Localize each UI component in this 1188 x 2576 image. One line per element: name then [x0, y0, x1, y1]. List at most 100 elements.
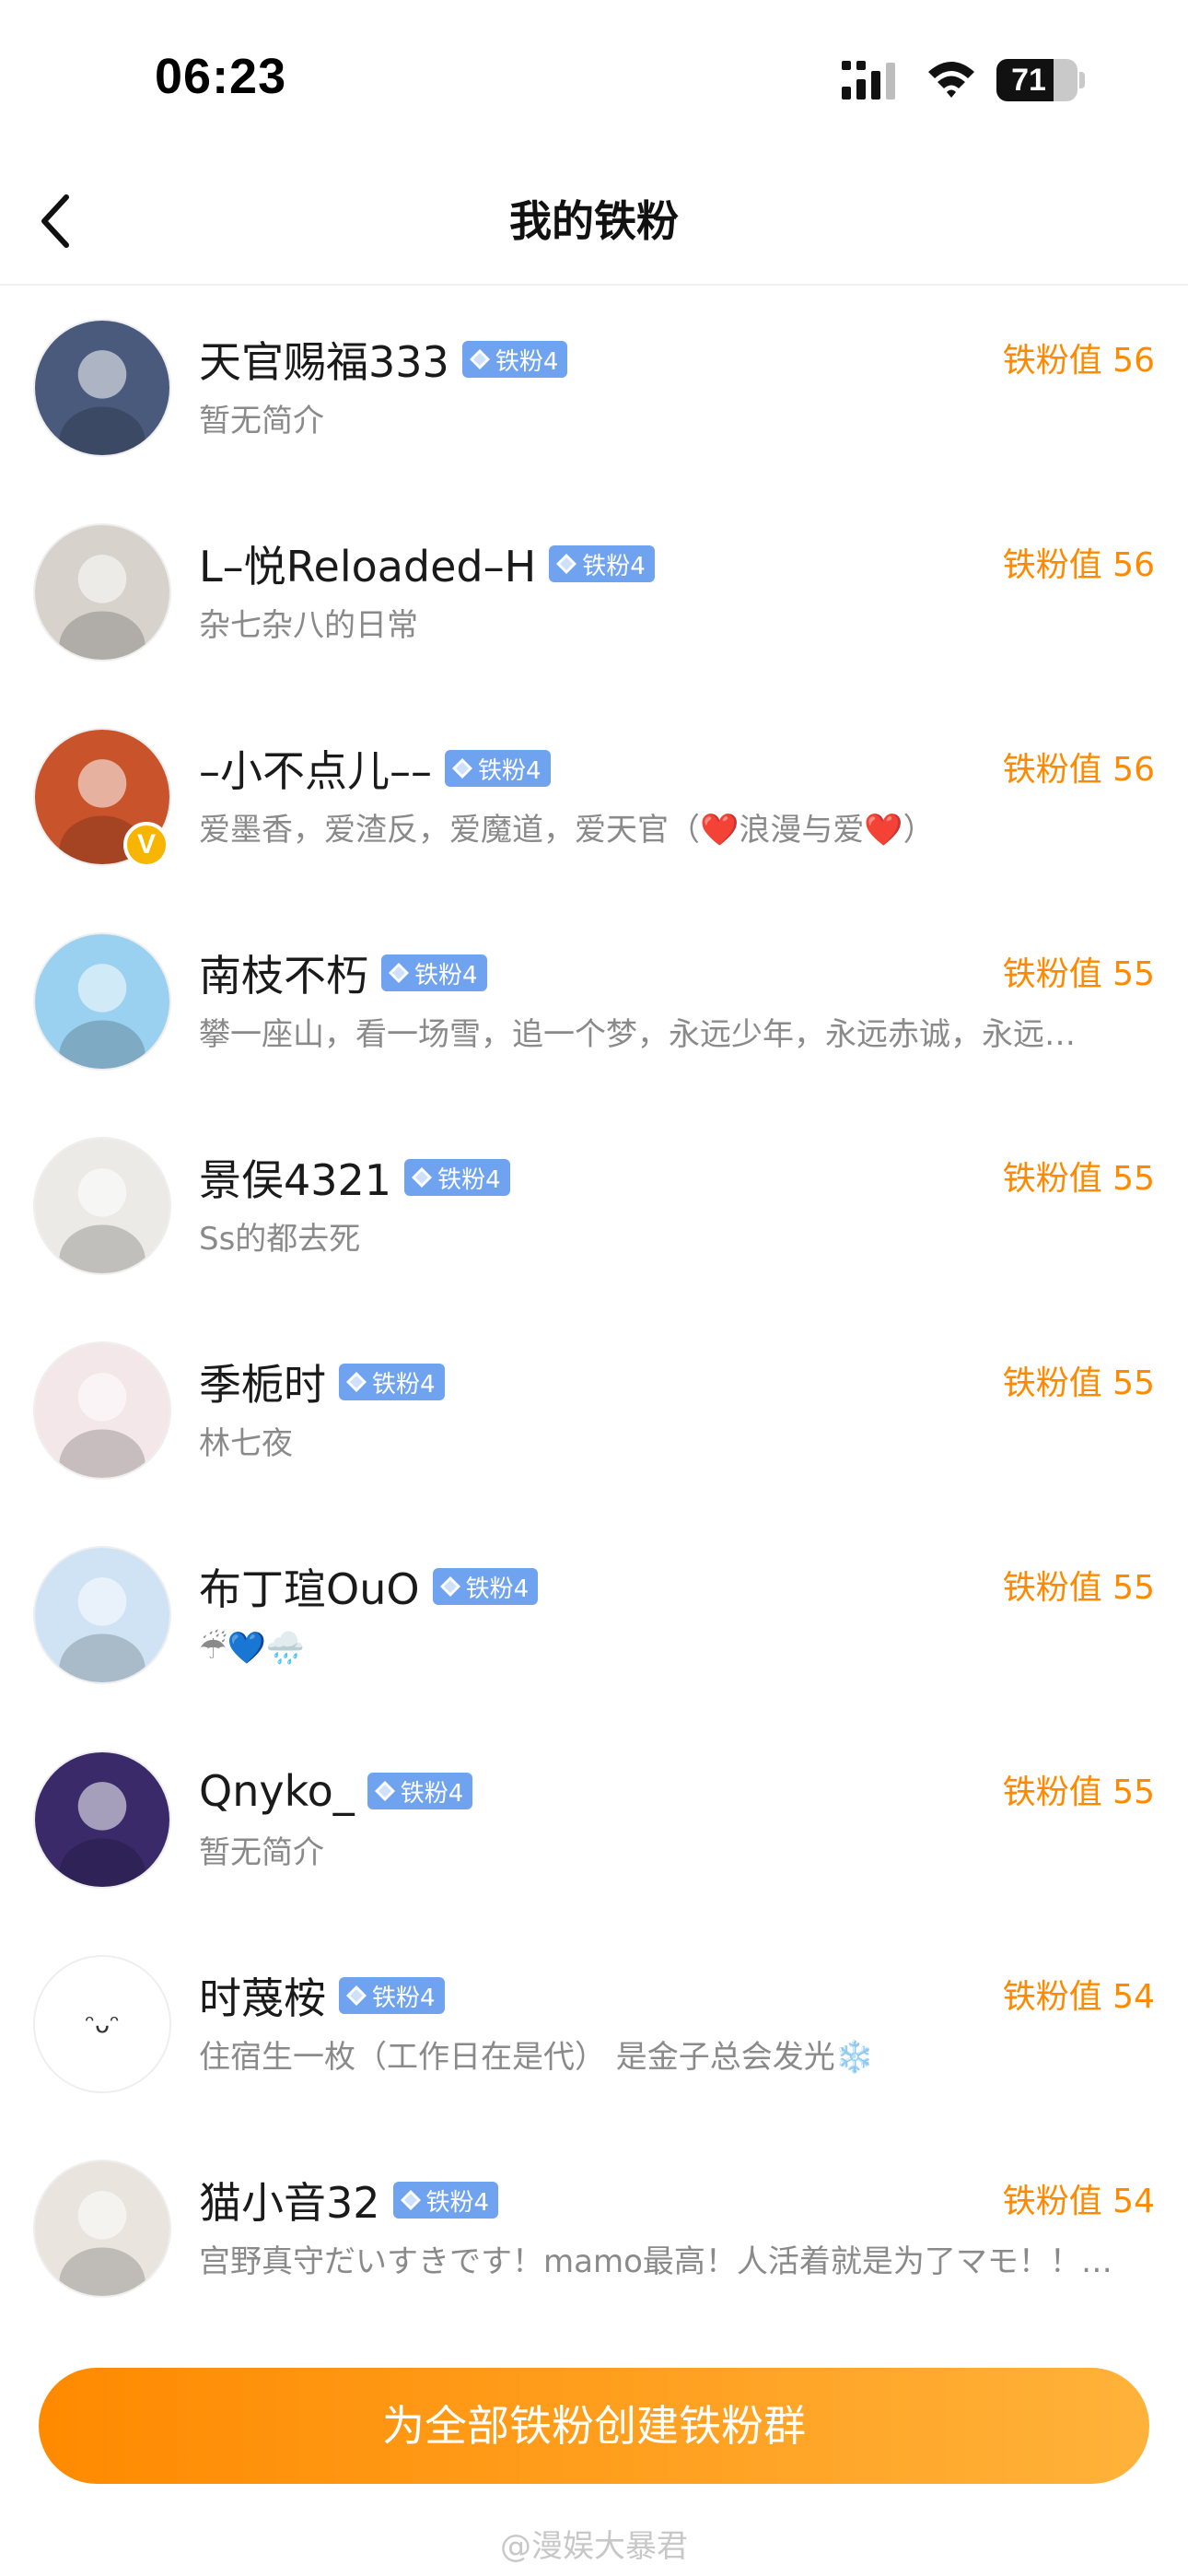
create-fan-group-button[interactable]: 为全部铁粉创建铁粉群: [39, 2368, 1149, 2484]
fan-level-badge: 铁粉4: [367, 1773, 473, 1809]
fan-name[interactable]: 猫小音32: [199, 2170, 380, 2231]
name-line: 天官赐福333 铁粉4: [199, 329, 568, 390]
fan-level-badge: 铁粉4: [392, 2182, 499, 2219]
fan-level-badge: 铁粉4: [432, 1568, 539, 1605]
fan-name[interactable]: 南枝不朽: [199, 943, 368, 1003]
verified-badge-icon: V: [123, 822, 169, 868]
diamond-icon: [469, 349, 490, 369]
fan-bio: 爱墨香，爱渣反，爱魔道，爱天官（❤️浪漫与爱❤️）: [199, 812, 935, 849]
diamond-icon: [412, 1167, 433, 1188]
fan-level-label: 铁粉4: [437, 1165, 501, 1194]
fan-level-label: 铁粉4: [400, 1779, 464, 1808]
name-line: 景俣4321 铁粉4: [199, 1150, 510, 1205]
page-title: 我的铁粉: [509, 196, 679, 246]
name-line: 猫小音32 铁粉4: [199, 2170, 499, 2231]
fan-level-badge: 铁粉4: [339, 1977, 445, 2014]
fan-value: 铁粉值 54: [1002, 1978, 1155, 2016]
fan-level-badge: 铁粉4: [461, 341, 568, 378]
fan-name[interactable]: L–悦Reloaded–H: [199, 533, 536, 594]
fan-name[interactable]: Qnyko_: [199, 1766, 355, 1816]
name-line: Qnyko_ 铁粉4: [199, 1763, 473, 1819]
back-button[interactable]: [18, 184, 92, 258]
diamond-icon: [556, 554, 577, 574]
fan-row[interactable]: ᵔᴗᵔ 时蔑桉 铁粉4 铁粉值 54 住宿生一枚（工作日在是代） 是金子总会发光…: [0, 1924, 1188, 2128]
fan-level-label: 铁粉4: [495, 347, 559, 376]
fan-name[interactable]: 时蔑桉: [199, 1965, 326, 2026]
avatar-image: [35, 525, 169, 660]
fan-row[interactable]: V –小不点儿–– 铁粉4 铁粉值 56 爱墨香，爱渣反，爱魔道，爱天官（❤️浪…: [0, 697, 1188, 901]
fan-value: 铁粉值 56: [1002, 751, 1155, 789]
diamond-icon: [439, 1576, 460, 1597]
avatar[interactable]: [33, 523, 171, 662]
diamond-icon: [400, 2190, 421, 2210]
fan-level-label: 铁粉4: [465, 1575, 530, 1603]
fan-row[interactable]: 季栀时 铁粉4 铁粉值 55 林七夜: [0, 1310, 1188, 1515]
avatar[interactable]: [33, 1137, 171, 1275]
fan-level-label: 铁粉4: [414, 961, 478, 989]
avatar-image: [35, 1752, 169, 1887]
fan-bio: 暂无简介: [199, 403, 324, 439]
avatar-image: [35, 1548, 169, 1682]
avatar[interactable]: [33, 2160, 171, 2298]
avatar[interactable]: [33, 1751, 171, 1889]
navigation-bar: 我的铁粉: [0, 157, 1188, 286]
chevron-left-icon: [41, 194, 69, 248]
fan-row[interactable]: L–悦Reloaded–H 铁粉4 铁粉值 56 杂七杂八的日常: [0, 492, 1188, 697]
fan-level-badge: 铁粉4: [381, 954, 487, 991]
avatar-image: ᵔᴗᵔ: [35, 1957, 169, 2091]
fan-value: 铁粉值 55: [1002, 1364, 1155, 1402]
avatar[interactable]: ᵔᴗᵔ: [33, 1955, 171, 2093]
fan-value: 铁粉值 56: [1002, 342, 1155, 380]
name-line: –小不点儿–– 铁粉4: [199, 741, 551, 796]
fan-row[interactable]: 南枝不朽 铁粉4 铁粉值 55 攀一座山，看一场雪，追一个梦，永远少年，永远赤诚…: [0, 901, 1188, 1106]
avatar-image: [35, 2161, 169, 2296]
fan-row[interactable]: Qnyko_ 铁粉4 铁粉值 55 暂无简介: [0, 1719, 1188, 1924]
status-bar: 06:23 71: [0, 0, 1188, 157]
fan-level-label: 铁粉4: [372, 1984, 436, 2012]
fan-bio: 暂无简介: [199, 1834, 324, 1871]
fan-value: 铁粉值 55: [1002, 1774, 1155, 1811]
fan-bio: Ss的都去死: [199, 1221, 361, 1258]
fan-row[interactable]: 景俣4321 铁粉4 铁粉值 55 Ss的都去死: [0, 1106, 1188, 1310]
avatar[interactable]: [33, 1341, 171, 1480]
fan-name[interactable]: 布丁瑄OuO: [199, 1556, 420, 1617]
status-time: 06:23: [155, 49, 287, 104]
name-line: 时蔑桉 铁粉4: [199, 1968, 445, 2023]
fan-name[interactable]: –小不点儿––: [199, 738, 432, 799]
fan-bio: 林七夜: [199, 1425, 293, 1462]
fan-bio: ☔💙🌧️: [199, 1630, 306, 1667]
fan-name[interactable]: 季栀时: [199, 1352, 326, 1412]
cellular-signal-icon: [842, 61, 895, 100]
avatar[interactable]: [33, 319, 171, 457]
fan-level-label: 铁粉4: [425, 2188, 490, 2217]
name-line: 布丁瑄OuO 铁粉4: [199, 1556, 539, 1617]
battery-indicator: 71: [996, 59, 1085, 101]
fan-level-label: 铁粉4: [372, 1370, 436, 1399]
bottom-area: 为全部铁粉创建铁粉群 @漫娱大暴君: [0, 2340, 1188, 2576]
diamond-icon: [346, 1372, 367, 1392]
fan-level-badge: 铁粉4: [549, 545, 655, 582]
avatar-image: [35, 934, 169, 1069]
fan-bio: 住宿生一枚（工作日在是代） 是金子总会发光❄️: [199, 2039, 875, 2076]
fan-bio: 攀一座山，看一场雪，追一个梦，永远少年，永远赤诚，永远…: [199, 1016, 1076, 1053]
diamond-icon: [452, 758, 472, 779]
avatar-image: [35, 321, 169, 455]
fan-name[interactable]: 天官赐福333: [199, 329, 449, 390]
fan-list: 天官赐福333 铁粉4 铁粉值 56 暂无简介 L–悦Reloaded–H 铁粉…: [0, 287, 1188, 2333]
wifi-icon: [928, 62, 974, 98]
avatar[interactable]: [33, 932, 171, 1071]
avatar-image: [35, 1139, 169, 1273]
svg-text:ᵔᴗᵔ: ᵔᴗᵔ: [85, 2011, 120, 2039]
fan-row[interactable]: 猫小音32 铁粉4 铁粉值 54 宫野真守だいすきです！mamo最高！人活着就是…: [0, 2128, 1188, 2333]
fan-level-badge: 铁粉4: [404, 1159, 510, 1196]
diamond-icon: [346, 1985, 367, 2006]
avatar[interactable]: [33, 1546, 171, 1684]
fan-name[interactable]: 景俣4321: [199, 1147, 391, 1208]
fan-level-label: 铁粉4: [582, 552, 646, 580]
fan-level-badge: 铁粉4: [445, 750, 551, 787]
fan-level-badge: 铁粉4: [339, 1364, 445, 1400]
fan-row[interactable]: 布丁瑄OuO 铁粉4 铁粉值 55 ☔💙🌧️: [0, 1515, 1188, 1719]
fan-value: 铁粉值 54: [1002, 2183, 1155, 2220]
diamond-icon: [389, 963, 409, 983]
fan-row[interactable]: 天官赐福333 铁粉4 铁粉值 56 暂无简介: [0, 287, 1188, 492]
